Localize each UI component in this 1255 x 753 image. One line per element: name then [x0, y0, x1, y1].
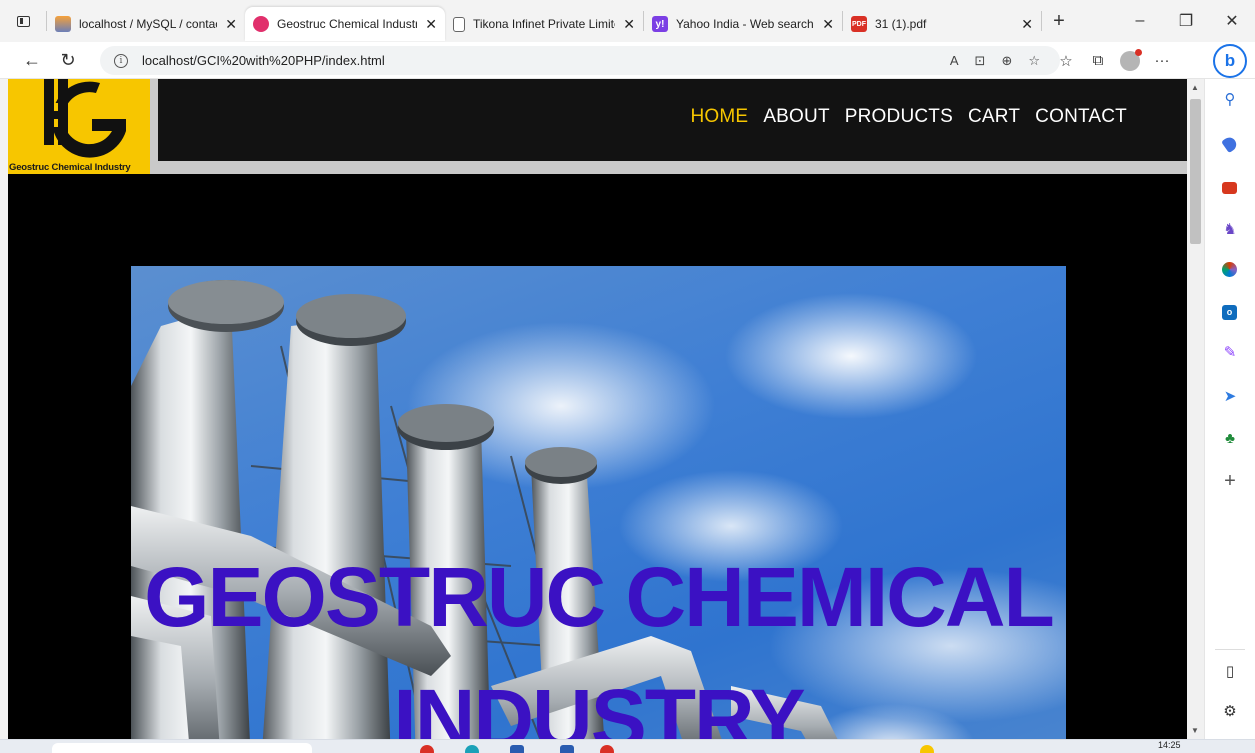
site-navbar: HOME ABOUT PRODUCTS CART CONTACT: [158, 79, 1187, 161]
tab-title: localhost / MySQL / contactd: [79, 17, 218, 31]
page-viewport: Geostruc Chemical Industry HOME ABOUT PR…: [8, 79, 1187, 739]
back-button[interactable]: ←: [14, 50, 50, 71]
games-icon[interactable]: ♞: [1221, 221, 1239, 239]
tab-close-icon[interactable]: ✕: [623, 16, 635, 33]
search-icon[interactable]: ⚲: [1221, 91, 1239, 109]
panel-icon[interactable]: ▯: [1221, 663, 1239, 681]
taskbar-search-input[interactable]: [52, 743, 312, 753]
close-window-button[interactable]: ✕: [1209, 11, 1255, 31]
scrollbar-thumb[interactable]: [1190, 99, 1201, 244]
site-nav: HOME ABOUT PRODUCTS CART CONTACT: [691, 106, 1128, 128]
yahoo-icon: y!: [652, 16, 668, 32]
tab-close-icon[interactable]: ✕: [425, 16, 437, 33]
nav-products[interactable]: PRODUCTS: [845, 106, 953, 128]
sidebar-divider: [1215, 649, 1245, 650]
minimize-button[interactable]: –: [1117, 12, 1163, 30]
tab-title: Tikona Infinet Private Limited: [473, 17, 616, 31]
address-bar-row: ← ↻ i localhost/GCI%20with%20PHP/index.h…: [0, 42, 1255, 79]
page-scrollbar[interactable]: ▲ ▼: [1187, 79, 1204, 739]
taskbar-clock: 14:25: [1158, 740, 1181, 750]
settings-icon[interactable]: ⚙: [1221, 703, 1239, 721]
profile-avatar[interactable]: [1120, 48, 1142, 71]
designer-icon[interactable]: ✎: [1221, 344, 1239, 362]
read-aloud-icon[interactable]: A: [950, 53, 959, 69]
document-icon: [453, 16, 465, 32]
pdf-icon: PDF: [851, 16, 867, 32]
taskbar-app-icon[interactable]: [510, 745, 524, 753]
tab-title: Yahoo India - Web search: [676, 17, 814, 31]
nav-about[interactable]: ABOUT: [763, 106, 829, 128]
taskbar-app-icon[interactable]: [465, 745, 479, 753]
address-input[interactable]: i localhost/GCI%20with%20PHP/index.html …: [100, 46, 1060, 75]
tab-title: 31 (1).pdf: [875, 17, 927, 31]
tree-icon[interactable]: ♣: [1221, 430, 1239, 448]
site-info-icon[interactable]: i: [114, 53, 128, 68]
tab-actions-icon: [16, 15, 30, 27]
site-header: Geostruc Chemical Industry HOME ABOUT PR…: [8, 79, 1187, 174]
logo-g-icon: [44, 79, 126, 158]
nav-cart[interactable]: CART: [968, 106, 1020, 128]
outlook-icon[interactable]: o: [1222, 305, 1237, 320]
refresh-button[interactable]: ↻: [50, 50, 86, 71]
tab-phpmyadmin[interactable]: localhost / MySQL / contactd ✕: [47, 7, 245, 41]
nav-home[interactable]: HOME: [691, 106, 749, 128]
microsoft-365-icon[interactable]: [1222, 262, 1237, 277]
tab-close-icon[interactable]: ✕: [822, 16, 834, 33]
tab-strip: localhost / MySQL / contactd ✕ Geostruc …: [0, 0, 1255, 42]
scroll-up-icon[interactable]: ▲: [1191, 83, 1199, 92]
shopping-tag-icon[interactable]: [1221, 134, 1239, 154]
taskbar-app-icon[interactable]: [600, 745, 614, 753]
edge-sidebar: ⚲ ♞ o ✎ ➤ ♣ + ▯ ⚙: [1204, 79, 1255, 739]
hero-banner: GEOSTRUC CHEMICAL INDUSTRY: [131, 266, 1066, 739]
window-controls: – ❐ ✕: [1117, 0, 1255, 42]
hero-title: GEOSTRUC CHEMICAL INDUSTRY: [144, 550, 1055, 739]
site-icon: [253, 16, 269, 32]
copilot-icon[interactable]: b: [1213, 44, 1247, 78]
taskbar-app-icon[interactable]: [920, 745, 934, 753]
taskbar: 14:25: [0, 739, 1255, 753]
tab-yahoo[interactable]: y! Yahoo India - Web search ✕: [644, 7, 842, 41]
nav-contact[interactable]: CONTACT: [1035, 106, 1127, 128]
tab-pdf[interactable]: PDF 31 (1).pdf ✕: [843, 7, 1041, 41]
logo-text: Geostruc Chemical Industry: [9, 162, 131, 173]
restore-button[interactable]: ❐: [1163, 11, 1209, 31]
tab-title: Geostruc Chemical Industry: [277, 17, 418, 31]
more-menu-icon[interactable]: ···: [1146, 52, 1178, 69]
site-logo[interactable]: Geostruc Chemical Industry: [8, 79, 150, 174]
taskbar-app-icon[interactable]: [560, 745, 574, 753]
collections-icon[interactable]: ⧉: [1082, 52, 1114, 69]
tab-close-icon[interactable]: ✕: [1021, 16, 1033, 33]
taskbar-app-icon[interactable]: [420, 745, 434, 753]
immersive-reader-icon[interactable]: ⊡: [975, 53, 986, 69]
phpmyadmin-icon: [55, 16, 71, 32]
tab-tikona[interactable]: Tikona Infinet Private Limited ✕: [445, 7, 643, 41]
tools-bag-icon[interactable]: [1222, 182, 1237, 194]
add-icon[interactable]: +: [1221, 471, 1239, 491]
browser-toolbar: ☆ ⧉ ···: [1050, 42, 1178, 79]
url-text: localhost/GCI%20with%20PHP/index.html: [142, 53, 385, 68]
add-favorite-icon[interactable]: ☆: [1028, 53, 1040, 69]
address-actions: A ⊡ ⊕ ☆: [950, 53, 1040, 69]
tab-close-icon[interactable]: ✕: [225, 16, 237, 33]
new-tab-button[interactable]: +: [1042, 10, 1076, 33]
favorites-icon[interactable]: ☆: [1050, 52, 1082, 70]
send-icon[interactable]: ➤: [1221, 388, 1239, 406]
tab-geostruc[interactable]: Geostruc Chemical Industry ✕: [245, 7, 445, 41]
tab-actions-button[interactable]: [0, 0, 46, 42]
zoom-icon[interactable]: ⊕: [1001, 53, 1012, 69]
scroll-down-icon[interactable]: ▼: [1191, 726, 1199, 735]
